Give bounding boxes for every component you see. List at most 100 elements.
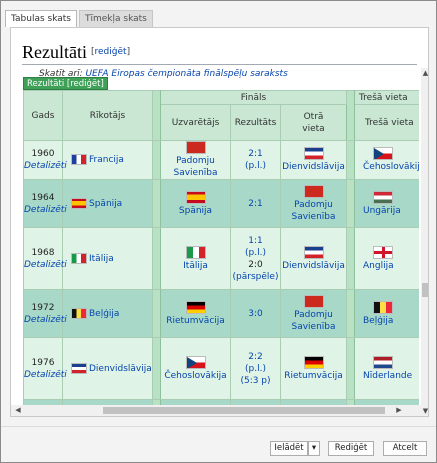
winner-flag-icon (185, 190, 206, 204)
runner-up-cell: Dienvidslāvija (280, 227, 347, 290)
table-row: 1968 Detalizēti Itālija Itālija 1:1 (p.l.) 2:0… (23, 227, 419, 290)
host-cell: Dienvidslāvija (62, 337, 153, 400)
column-separator (152, 140, 161, 180)
score-line[interactable]: 2:2 (231, 351, 280, 363)
column-separator (152, 337, 161, 400)
score-line[interactable]: 3:0 (231, 308, 280, 320)
column-separator (152, 90, 161, 141)
runner-up-link[interactable]: Dienvidslāvija (282, 162, 345, 172)
header-runner-up-line1: Otrā (303, 111, 324, 122)
score-cell: 2:1 (230, 179, 281, 228)
winner-cell: Padomju Savienība (160, 140, 231, 180)
header-final-group: Fināls (160, 90, 347, 105)
scroll-left-icon[interactable]: ◀ (13, 405, 23, 416)
tab-web-view[interactable]: Tīmekļa skats (78, 10, 153, 27)
host-link[interactable]: Itālija (89, 254, 114, 264)
runner-up-link[interactable]: Dienvidslāvija (282, 261, 345, 271)
winner-cell: Spānija (160, 179, 231, 228)
scroll-up-icon[interactable]: ▲ (421, 68, 428, 78)
score-line[interactable]: 2:1 (231, 198, 280, 210)
third-link[interactable]: Ungārija (363, 205, 419, 217)
year-cell: 1968 Detalizēti (23, 227, 67, 290)
runner-up-cell: Padomju Savienība (280, 289, 347, 338)
horizontal-scroll-thumb[interactable] (103, 407, 385, 414)
scroll-down-icon[interactable]: ▼ (421, 406, 428, 416)
column-separator (346, 90, 355, 141)
details-link[interactable]: Detalizēti (24, 259, 67, 271)
third-flag-icon (373, 147, 393, 160)
score-line[interactable]: 1:1 (231, 235, 280, 247)
score-cell: 3:0 (230, 289, 281, 338)
column-separator (346, 337, 355, 400)
runner-up-link[interactable]: Padomju Savienība (291, 200, 335, 222)
host-cell: Spānija (62, 179, 153, 228)
winner-cell: Čehoslovākija (160, 337, 231, 400)
score-cell: 2:1 (p.l.) (230, 140, 281, 180)
score-line[interactable]: 2:1 (231, 148, 280, 160)
details-link[interactable]: Detalizēti (24, 369, 67, 381)
year-value: 1976 (31, 357, 55, 368)
vertical-scroll-thumb[interactable] (422, 283, 428, 297)
third-link[interactable]: Anglija (363, 260, 419, 272)
section-tag[interactable]: Rezultāti [rediģēt] (23, 77, 108, 90)
score-line[interactable]: (5:3 p) (231, 375, 280, 387)
details-link[interactable]: Detalizēti (24, 314, 67, 326)
cancel-button[interactable]: Atcelt (383, 441, 427, 456)
load-dropdown-button[interactable]: ▾ (308, 441, 320, 456)
edit-section-link[interactable]: [rediģēt] (91, 47, 130, 57)
edit-button[interactable]: Rediģēt (328, 441, 374, 456)
runner-up-flag-icon (303, 294, 324, 308)
host-link[interactable]: Spānija (89, 199, 122, 209)
third-link[interactable]: Čehoslovākija (363, 161, 419, 173)
runner-up-link[interactable]: Padomju Savienība (291, 310, 335, 332)
third-link[interactable]: Beļģija (363, 315, 419, 327)
load-button[interactable]: Ielādēt (270, 441, 308, 456)
third-flag-icon (373, 190, 393, 204)
column-separator (346, 289, 355, 338)
host-cell: Francija (62, 140, 153, 180)
runner-up-cell: Rietumvācija (280, 337, 347, 400)
runner-up-flag-icon (303, 245, 324, 259)
runner-up-link[interactable]: Rietumvācija (284, 371, 343, 381)
runner-up-flag-icon (303, 355, 324, 369)
score-cell: 1:1 (p.l.) 2:0 (pārspēle) (230, 227, 281, 290)
year-cell: 1960 Detalizēti (23, 140, 67, 180)
winner-link[interactable]: Itālija (183, 261, 208, 271)
score-line: 2:0 (248, 259, 263, 270)
winner-link[interactable]: Spānija (179, 206, 212, 216)
host-link[interactable]: Dienvidslāvija (89, 364, 152, 374)
column-separator (152, 179, 161, 228)
see-also-link[interactable]: UEFA Eiropas čempionāta finālspēļu sarak… (85, 69, 287, 79)
host-link[interactable]: Francija (89, 155, 124, 165)
third-link[interactable]: Nīderlande (363, 370, 419, 382)
host-link[interactable]: Beļģija (89, 309, 119, 319)
header-third-group: Trešā vieta (354, 90, 419, 105)
column-separator (152, 289, 161, 338)
dialog-window: Tabulas skats Tīmekļa skats Rezultāti [r… (0, 0, 437, 463)
table-row: 1976 Detalizēti Dienvidslāvija Čehoslovākij… (23, 337, 419, 400)
tab-table-view[interactable]: Tabulas skats (5, 10, 77, 27)
header-host: Rīkotājs (62, 90, 153, 141)
year-cell: 1964 Detalizēti (23, 179, 67, 228)
runner-up-flag-icon (303, 147, 324, 160)
vertical-scrollbar[interactable]: ▲ ▼ (421, 68, 428, 416)
column-separator (346, 227, 355, 290)
horizontal-scrollbar[interactable]: ◀ ▶ (11, 405, 421, 416)
score-line[interactable]: (p.l.) (231, 160, 280, 172)
scroll-right-icon[interactable]: ▶ (394, 405, 404, 416)
year-value: 1960 (31, 149, 55, 159)
winner-link[interactable]: Padomju Savienība (173, 156, 217, 178)
header-year: Gads (23, 90, 63, 141)
winner-link[interactable]: Rietumvācija (166, 316, 225, 326)
third-flag-icon (373, 300, 393, 314)
third-cell: Beļģija (354, 289, 419, 338)
score-line[interactable]: (p.l.) (231, 247, 280, 259)
score-line[interactable]: (p.l.) (231, 363, 280, 375)
score-line[interactable]: (pārspēle) (231, 271, 280, 283)
details-link[interactable]: Detalizēti (24, 160, 67, 172)
details-link[interactable]: Detalizēti (24, 204, 67, 216)
year-cell: 1972 Detalizēti (23, 289, 67, 338)
year-value: 1972 (31, 302, 55, 313)
edit-link-label[interactable]: rediģēt (95, 47, 127, 57)
winner-link[interactable]: Čehoslovākija (164, 371, 226, 381)
